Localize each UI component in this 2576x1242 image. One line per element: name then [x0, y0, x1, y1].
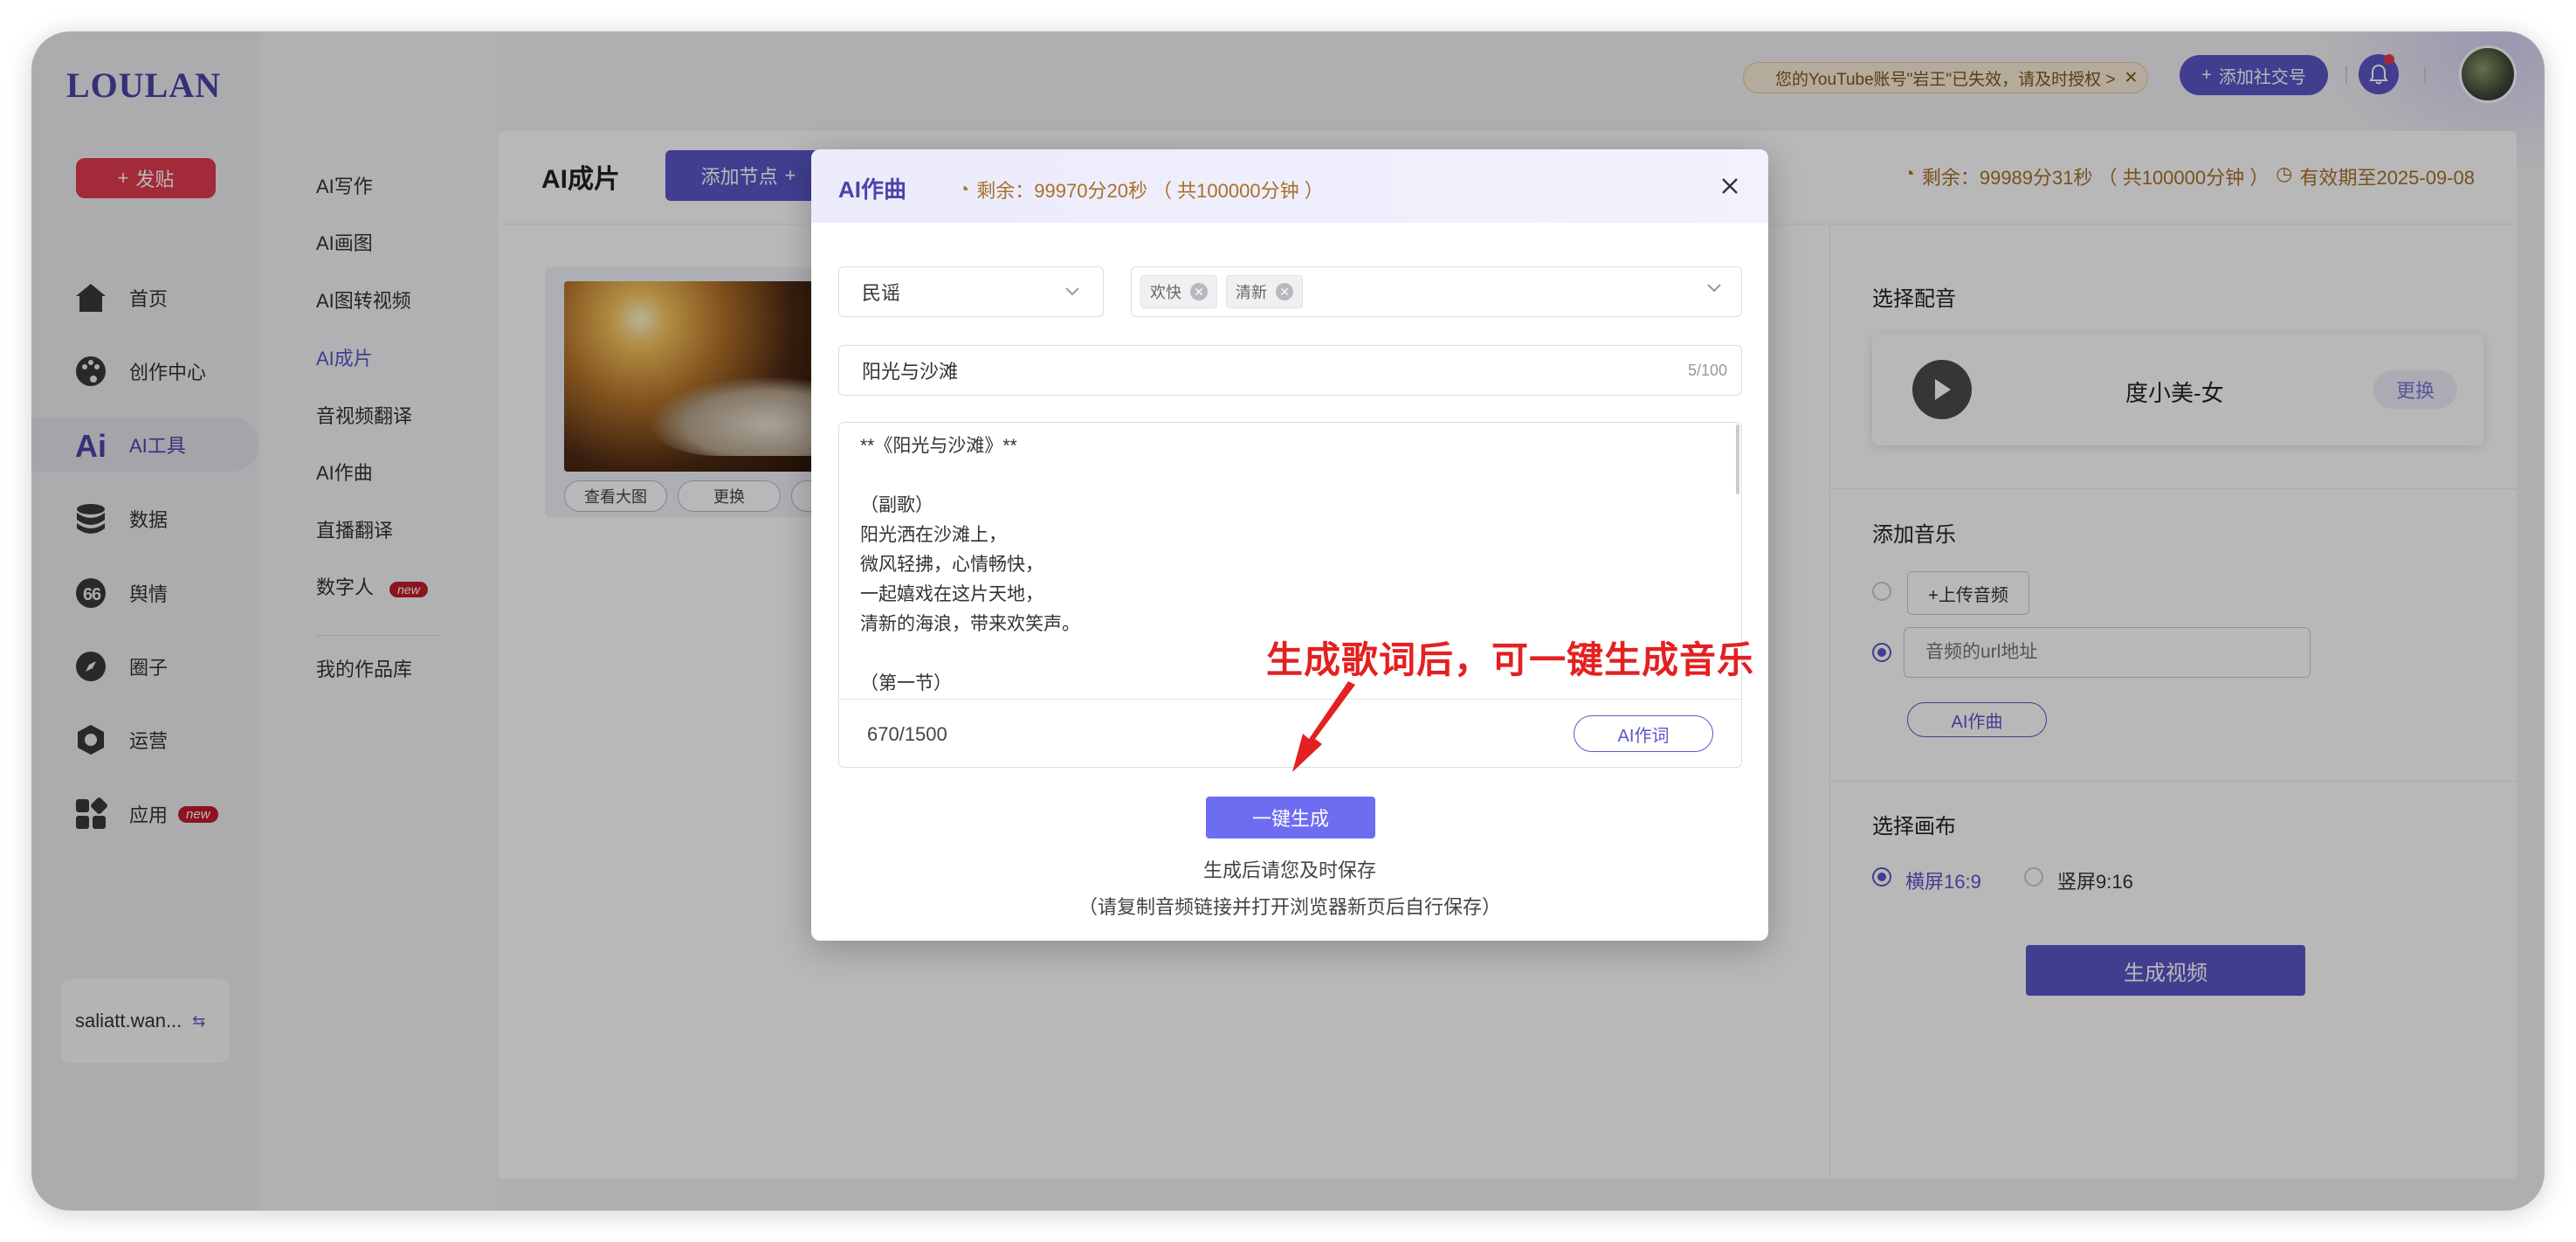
tag-chip: 清新 ✕ [1226, 275, 1303, 308]
lyrics-scrollbar[interactable] [1736, 424, 1739, 494]
chevron-down-icon [1065, 287, 1079, 296]
tag-chip: 欢快 ✕ [1140, 275, 1217, 308]
genre-select[interactable]: 民谣 [838, 266, 1104, 317]
ai-compose-dialog: AI作曲 ◔ 剩余：99970分20秒 （ 共100000分钟 ） 民谣 欢快 … [811, 149, 1768, 941]
annotation-text: 生成歌词后，可一键生成音乐 [1266, 639, 1755, 680]
pie-icon: ◔ [958, 178, 970, 200]
tag-label: 欢快 [1150, 284, 1181, 301]
close-icon [1722, 178, 1738, 194]
song-title-input[interactable]: 阳光与沙滩 5/100 [838, 345, 1742, 396]
song-title-value: 阳光与沙滩 [862, 361, 959, 383]
close-dialog-button[interactable] [1716, 172, 1744, 200]
genre-value: 民谣 [862, 282, 901, 304]
annotation-arrow [1292, 681, 1355, 772]
dialog-remaining-text: 剩余：99970分20秒 （ 共100000分钟 ） [976, 180, 1324, 202]
lyrics-char-count: 670/1500 [867, 723, 947, 745]
chevron-down-icon [1707, 284, 1721, 293]
save-notice: 生成后请您及时保存 [1202, 859, 1376, 881]
ai-lyrics-button[interactable]: AI作词 [1574, 715, 1713, 752]
dialog-remaining-time: ◔ 剩余：99970分20秒 （ 共100000分钟 ） [958, 176, 1324, 204]
remove-tag-icon[interactable]: ✕ [1276, 283, 1293, 300]
dialog-title: AI作曲 [838, 176, 907, 203]
remove-tag-icon[interactable]: ✕ [1190, 283, 1208, 300]
generate-music-button[interactable]: 一键生成 [1206, 797, 1375, 838]
save-instructions: （请复制音频链接并打开浏览器新页后自行保存） [1078, 896, 1501, 918]
title-char-count: 5/100 [1687, 362, 1727, 379]
tag-label: 清新 [1236, 284, 1267, 301]
mood-tags-select[interactable]: 欢快 ✕ 清新 ✕ [1131, 266, 1742, 317]
